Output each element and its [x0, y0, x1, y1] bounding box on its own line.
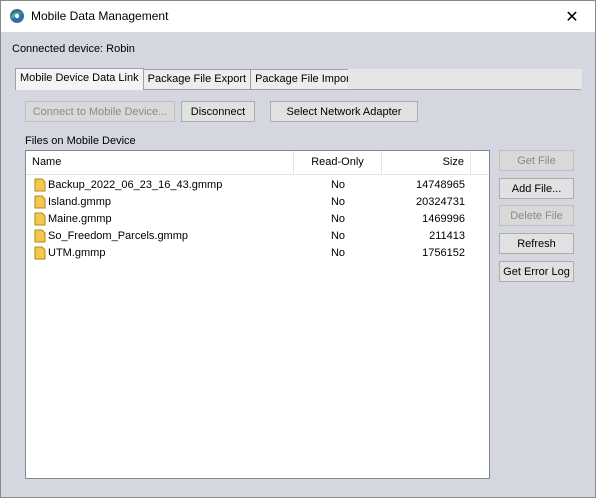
file-readonly: No	[330, 196, 346, 208]
file-readonly: No	[330, 230, 346, 242]
title-bar: Mobile Data Management ✕	[1, 1, 595, 32]
file-name: Backup_2022_06_23_16_43.gmmp	[48, 179, 223, 191]
file-size: 1756152	[422, 247, 465, 259]
files-list[interactable]: Name Read-Only Size Backup_2022_06_23_16…	[25, 150, 490, 479]
file-icon	[34, 195, 46, 209]
get-error-log-button[interactable]: Get Error Log	[499, 261, 574, 282]
file-icon	[34, 229, 46, 243]
connected-device-label: Connected device: Robin	[12, 43, 135, 55]
file-icon	[34, 212, 46, 226]
column-header-size[interactable]: Size	[382, 151, 471, 174]
tab-panel-data-link: Connect to Mobile Device... Disconnect S…	[15, 89, 581, 497]
file-size: 14748965	[416, 179, 465, 191]
mobile-data-management-window: Mobile Data Management ✕ Connected devic…	[0, 0, 596, 498]
files-list-header: Name Read-Only Size	[26, 151, 489, 175]
tab-mobile-device-data-link[interactable]: Mobile Device Data Link	[15, 68, 144, 90]
get-file-button[interactable]: Get File	[499, 150, 574, 171]
file-size: 211413	[429, 230, 465, 242]
file-name: UTM.gmmp	[48, 247, 106, 259]
add-file-button[interactable]: Add File...	[499, 178, 574, 199]
client-area: Connected device: Robin Mobile Device Da…	[1, 32, 595, 497]
tab-package-file-import[interactable]: Package File Import	[250, 69, 358, 89]
file-readonly: No	[330, 179, 346, 191]
file-readonly: No	[330, 213, 346, 225]
refresh-button[interactable]: Refresh	[499, 233, 574, 254]
connect-to-mobile-device-button[interactable]: Connect to Mobile Device...	[25, 101, 175, 122]
tab-strip: Mobile Device Data Link Package File Exp…	[15, 68, 358, 90]
file-row[interactable]: Backup_2022_06_23_16_43.gmmp No 14748965	[26, 177, 489, 194]
file-readonly: No	[330, 247, 346, 259]
file-icon	[34, 246, 46, 260]
delete-file-button[interactable]: Delete File	[499, 205, 574, 226]
file-name: Maine.gmmp	[48, 213, 112, 225]
window-title: Mobile Data Management	[31, 9, 169, 23]
file-row[interactable]: UTM.gmmp No 1756152	[26, 245, 489, 262]
files-section-label: Files on Mobile Device	[25, 135, 136, 147]
close-icon: ✕	[565, 8, 579, 26]
file-size: 20324731	[416, 196, 465, 208]
column-header-readonly[interactable]: Read-Only	[294, 151, 382, 174]
file-row[interactable]: Island.gmmp No 20324731	[26, 194, 489, 211]
file-icon	[34, 178, 46, 192]
close-button[interactable]: ✕	[549, 1, 595, 32]
file-size: 1469996	[422, 213, 465, 225]
file-name: So_Freedom_Parcels.gmmp	[48, 230, 189, 242]
file-name: Island.gmmp	[48, 196, 111, 208]
tab-package-file-export[interactable]: Package File Export	[142, 69, 252, 89]
disconnect-button[interactable]: Disconnect	[181, 101, 255, 122]
file-row[interactable]: So_Freedom_Parcels.gmmp No 211413	[26, 228, 489, 245]
tab-strip-background	[348, 69, 582, 89]
column-header-name[interactable]: Name	[26, 151, 294, 174]
select-network-adapter-button[interactable]: Select Network Adapter	[270, 101, 418, 122]
file-row[interactable]: Maine.gmmp No 1469996	[26, 211, 489, 228]
app-logo-icon	[10, 9, 24, 23]
